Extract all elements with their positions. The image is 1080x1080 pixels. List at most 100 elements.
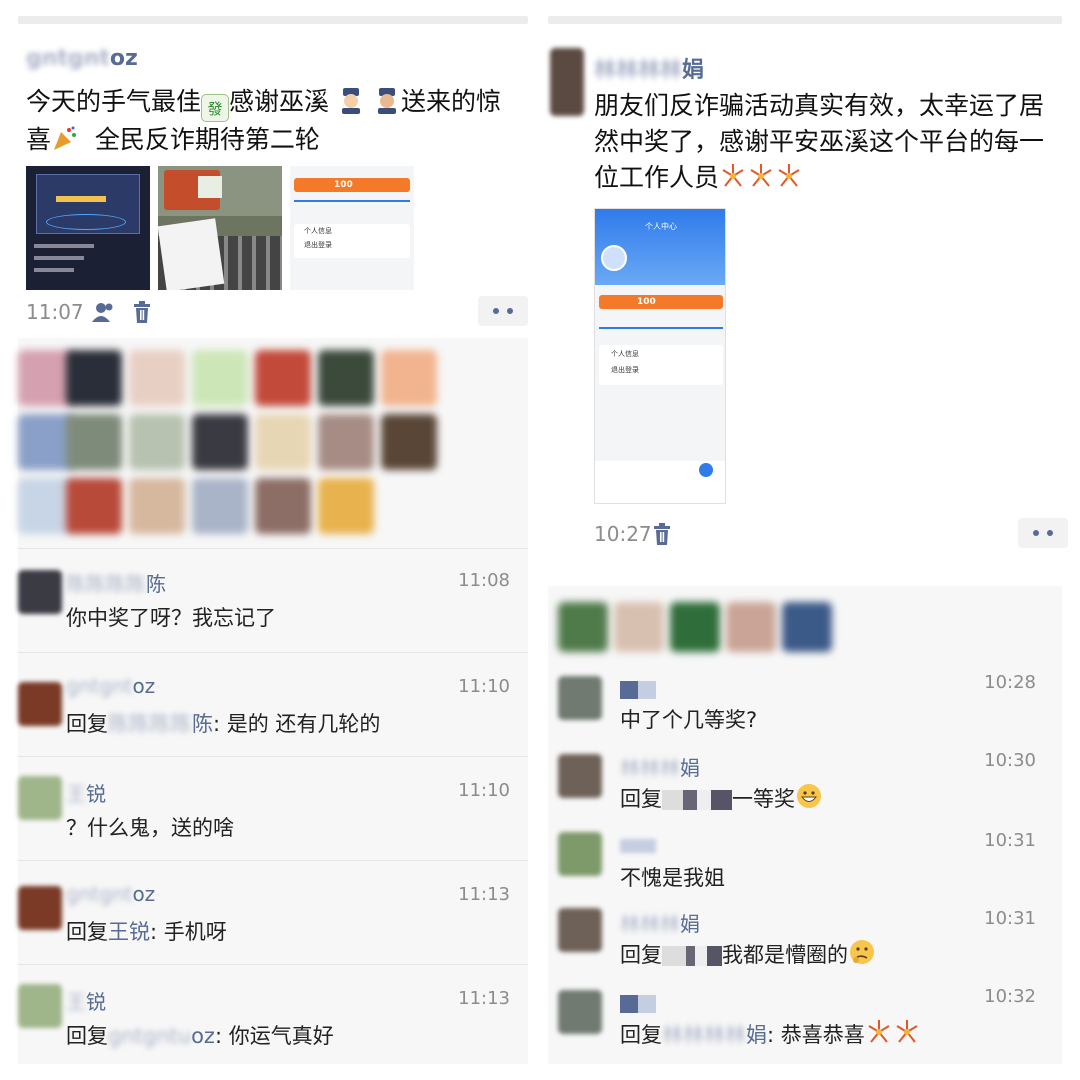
fireworks-icon: [747, 162, 775, 190]
menu-item-personal: 个人信息: [611, 350, 639, 358]
comment-time: 10:32: [984, 986, 1036, 1007]
avatar[interactable]: [558, 602, 608, 652]
avatar[interactable]: [18, 570, 62, 614]
comment-item[interactable]: 10:28 中了个几等奖?: [548, 666, 1062, 744]
avatar[interactable]: [558, 676, 602, 720]
avatar[interactable]: [558, 832, 602, 876]
comment-item[interactable]: 林林林娟 10:30 回复 一等奖: [548, 744, 1062, 824]
fireworks-icon: [719, 162, 747, 190]
avatar[interactable]: [558, 990, 602, 1034]
comment-author[interactable]: 林林林娟: [620, 752, 700, 781]
comment-author[interactable]: 王锐: [66, 986, 106, 1015]
comment-author[interactable]: gntgntoz: [66, 674, 155, 698]
comment-author[interactable]: gntgntoz: [66, 882, 155, 906]
delete-trash-icon[interactable]: [132, 301, 152, 327]
comments-list: 陈陈陈陈陈 11:08 你中奖了呀？我忘记了 gntgntoz 11:10 回复…: [18, 548, 528, 1064]
likes-area: [548, 586, 1062, 666]
comment-author[interactable]: [620, 990, 656, 1014]
avatar[interactable]: [66, 350, 122, 406]
fireworks-icon: [865, 1018, 893, 1046]
avatar[interactable]: [18, 886, 62, 930]
post-text: 今天的手气最佳發感谢巫溪 送来的惊 喜 全民反诈期待第二轮: [26, 86, 501, 154]
avatar[interactable]: [18, 682, 62, 726]
police-officer-icon: [337, 86, 365, 114]
comment-time: 11:10: [458, 676, 510, 697]
comment-time: 10:28: [984, 672, 1036, 693]
avatar[interactable]: [129, 414, 185, 470]
avatar[interactable]: [318, 414, 374, 470]
fireworks-icon: [893, 1018, 921, 1046]
avatar[interactable]: [318, 478, 374, 534]
comment-item[interactable]: 王锐 11:10 ？什么鬼，送的啥: [18, 756, 528, 860]
post-author[interactable]: 林林林林娟: [594, 52, 704, 84]
post-image-1[interactable]: [26, 166, 150, 290]
avatar[interactable]: [192, 414, 248, 470]
comments-list: 10:28 中了个几等奖? 林林林娟 10:30 回复 一等奖 10:31 不愧是…: [548, 666, 1062, 1064]
avatar[interactable]: [18, 776, 62, 820]
avatar[interactable]: [255, 350, 311, 406]
right-moment-panel: 林林林林娟 朋友们反诈骗活动真实有效，太幸运了居 然中奖了，感谢平安巫溪这个平台…: [548, 0, 1068, 1064]
left-moment-panel: gntgntoz 今天的手气最佳發感谢巫溪 送来的惊 喜 全民反诈期待第二轮 1…: [18, 0, 528, 1064]
grinning-face-icon: [795, 782, 823, 810]
comment-text: 不愧是我姐: [620, 866, 725, 890]
avatar[interactable]: [192, 350, 248, 406]
comment-text: 回复gntgntuoz: 你运气真好: [66, 1024, 334, 1048]
comment-item[interactable]: 10:32 回复林林林林娟: 恭喜恭喜: [548, 982, 1062, 1064]
comment-author[interactable]: 林林林娟: [620, 908, 700, 937]
post-image-2[interactable]: [158, 166, 282, 290]
avatar[interactable]: [192, 478, 248, 534]
avatar[interactable]: [558, 754, 602, 798]
comment-time: 10:31: [984, 908, 1036, 929]
phone-avatar: [601, 245, 627, 271]
avatar[interactable]: [129, 350, 185, 406]
likes-area: [18, 338, 528, 548]
comment-time: 11:13: [458, 884, 510, 905]
comment-author[interactable]: [620, 832, 656, 856]
avatar[interactable]: [381, 414, 437, 470]
post-time: 10:27: [594, 522, 652, 546]
comment-item[interactable]: 10:31 不愧是我姐: [548, 824, 1062, 902]
comment-time: 10:31: [984, 830, 1036, 851]
fireworks-icon: [775, 162, 803, 190]
menu-item-personal: 个人信息: [304, 227, 332, 235]
comment-text: ？什么鬼，送的啥: [66, 816, 234, 840]
comment-author[interactable]: [620, 676, 656, 700]
profile-tab-icon: [699, 463, 713, 477]
avatar[interactable]: [66, 478, 122, 534]
comment-item[interactable]: gntgntoz 11:10 回复陈陈陈陈陈: 是的 还有几轮的: [18, 652, 528, 756]
police-officer-icon: [373, 86, 401, 114]
comment-text: 回复 一等奖: [620, 782, 823, 813]
avatar[interactable]: [318, 350, 374, 406]
more-actions-button[interactable]: [1018, 518, 1068, 548]
avatar[interactable]: [726, 602, 776, 652]
avatar[interactable]: [255, 478, 311, 534]
post-time: 11:07: [26, 300, 84, 324]
post-image-phone-screenshot[interactable]: 个人中心 100 个人信息 退出登录: [594, 208, 726, 504]
post-author[interactable]: gntgntoz: [26, 46, 138, 71]
avatar[interactable]: [18, 984, 62, 1028]
avatar[interactable]: [66, 414, 122, 470]
avatar[interactable]: [558, 908, 602, 952]
avatar[interactable]: [614, 602, 664, 652]
comment-time: 11:08: [458, 570, 510, 591]
more-actions-button[interactable]: [478, 296, 528, 326]
post-text: 朋友们反诈骗活动真实有效，太幸运了居 然中奖了，感谢平安巫溪这个平台的每一 位工…: [594, 91, 1045, 192]
avatar[interactable]: [670, 602, 720, 652]
visibility-people-icon: [92, 302, 116, 326]
delete-trash-icon[interactable]: [652, 523, 672, 549]
post-image-3[interactable]: 100 个人信息 退出登录: [290, 166, 414, 290]
comment-item[interactable]: 陈陈陈陈陈 11:08 你中奖了呀？我忘记了: [18, 548, 528, 652]
comment-author[interactable]: 陈陈陈陈陈: [66, 568, 166, 597]
points-value: 100: [637, 297, 656, 307]
comment-author[interactable]: 王锐: [66, 778, 106, 807]
avatar[interactable]: [381, 350, 437, 406]
comment-item[interactable]: 林林林娟 10:31 回复 我都是懵圈的: [548, 902, 1062, 982]
comment-item[interactable]: 王锐 11:13 回复gntgntuoz: 你运气真好: [18, 964, 528, 1064]
mahjong-green-dragon-icon: 發: [201, 94, 230, 122]
comment-text: 回复 我都是懵圈的: [620, 938, 876, 969]
comment-item[interactable]: gntgntoz 11:13 回复王锐: 手机呀: [18, 860, 528, 964]
avatar[interactable]: [129, 478, 185, 534]
avatar[interactable]: [255, 414, 311, 470]
author-avatar[interactable]: [550, 48, 584, 116]
avatar[interactable]: [782, 602, 832, 652]
